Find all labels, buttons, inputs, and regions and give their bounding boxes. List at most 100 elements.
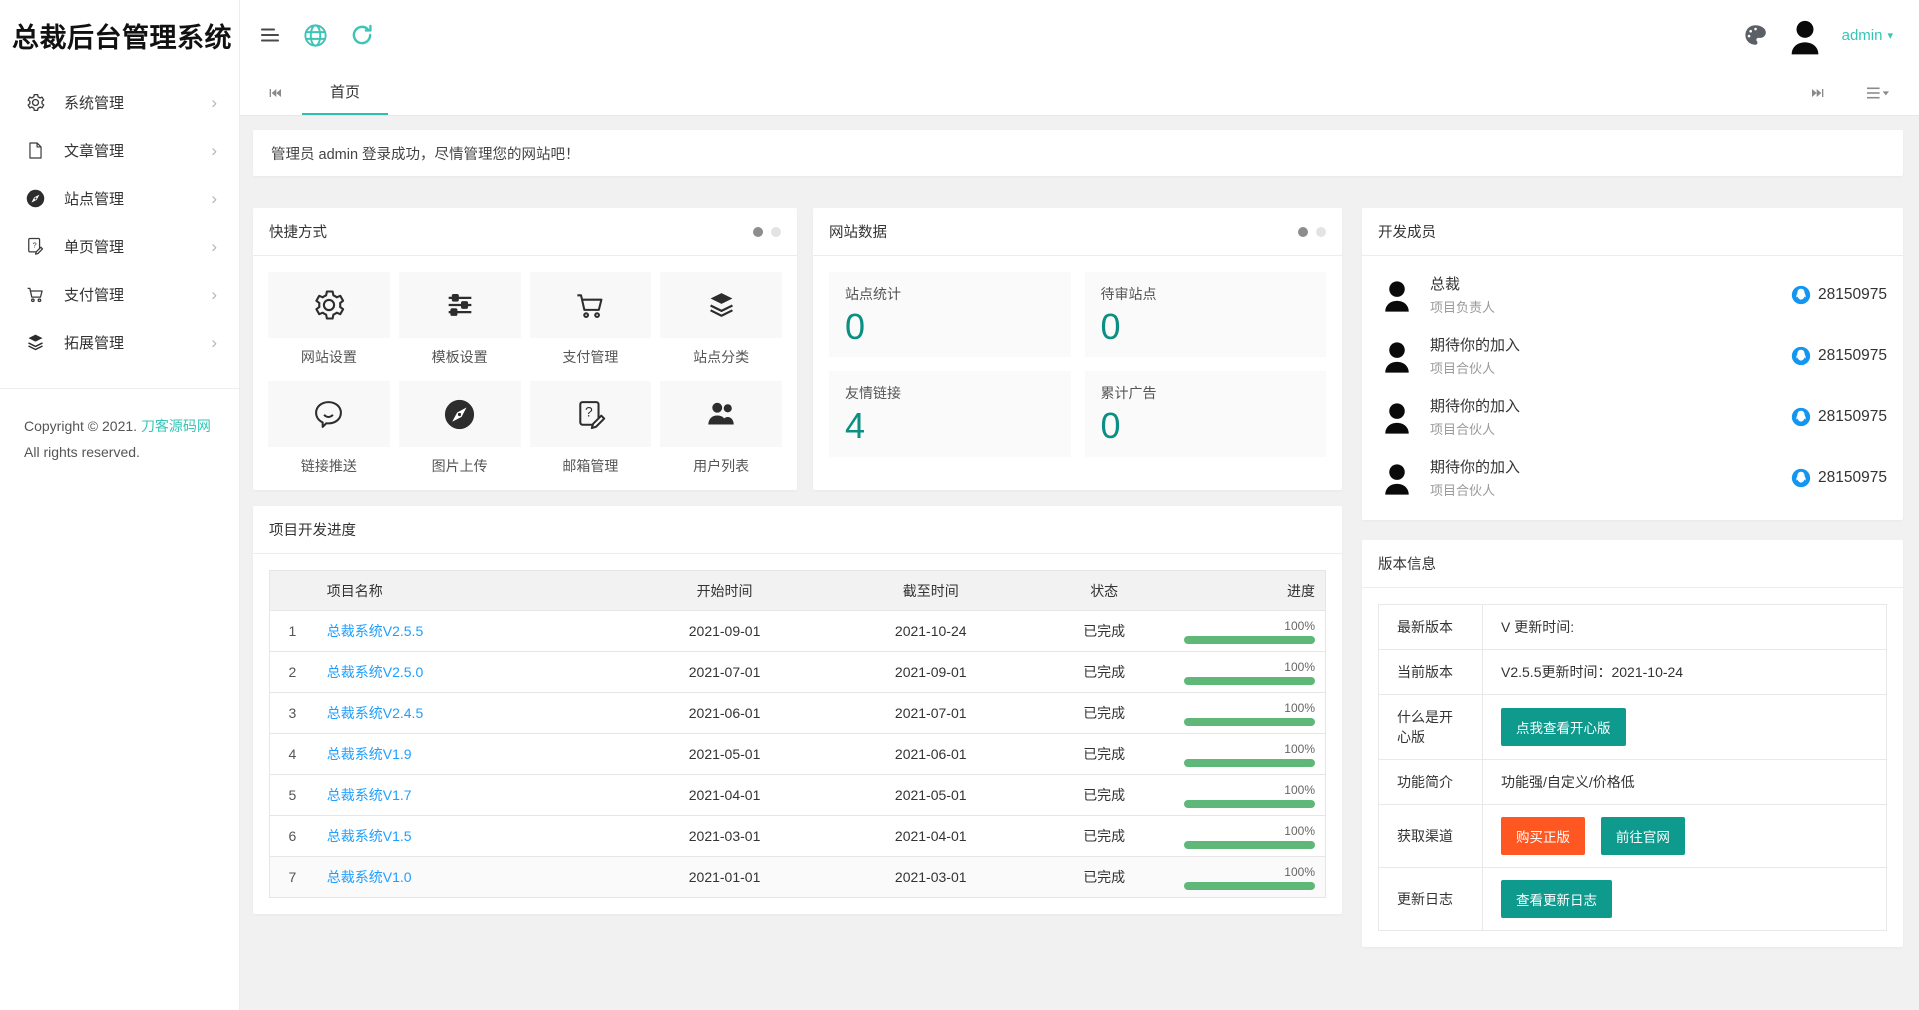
project-link[interactable]: 总裁系统V1.5 [327, 828, 412, 844]
current-version-value: V2.5.5更新时间：2021-10-24 [1483, 650, 1887, 695]
welcome-text: 管理员 admin 登录成功，尽情管理您的网站吧！ [271, 143, 580, 164]
row-index: 1 [270, 611, 315, 652]
shortcut-site-category[interactable]: 站点分类 [660, 272, 782, 367]
shortcuts-title: 快捷方式 [269, 221, 327, 242]
user-avatar[interactable] [1784, 14, 1826, 56]
carousel-dots [753, 227, 781, 237]
member-avatar [1378, 459, 1416, 497]
layers-icon [704, 288, 739, 323]
comment-smile-icon [311, 397, 346, 432]
shortcut-label: 支付管理 [530, 347, 652, 367]
end-date: 2021-04-01 [828, 816, 1034, 857]
member-qq[interactable]: 28150975 [1791, 468, 1887, 488]
chevron-right-icon: › [211, 94, 217, 111]
member-qq[interactable]: 28150975 [1791, 346, 1887, 366]
shortcut-mailbox[interactable]: ? 邮箱管理 [530, 381, 652, 476]
shortcut-template-settings[interactable]: 模板设置 [399, 272, 521, 367]
stat-label: 累计广告 [1101, 383, 1311, 403]
shortcut-user-list[interactable]: 用户列表 [660, 381, 782, 476]
project-link[interactable]: 总裁系统V2.4.5 [327, 705, 423, 721]
version-info-panel: 版本信息 最新版本 V 更新时间: 当前版本 V2.5.5更新时间：20 [1362, 540, 1903, 947]
user-menu[interactable]: admin ▾ [1842, 27, 1893, 44]
row-index: 3 [270, 693, 315, 734]
project-link[interactable]: 总裁系统V2.5.0 [327, 664, 423, 680]
menu-collapse-icon[interactable] [258, 23, 282, 47]
theme-palette-icon[interactable] [1742, 22, 1768, 48]
stat-card-sites: 站点统计 0 [829, 272, 1071, 357]
qq-number: 28150975 [1818, 347, 1887, 365]
official-site-button[interactable]: 前往官网 [1601, 817, 1685, 855]
svg-text:?: ? [33, 240, 37, 249]
chevron-right-icon: › [211, 238, 217, 255]
row-index: 2 [270, 652, 315, 693]
sidebar-item-sites[interactable]: 站点管理 › [0, 174, 239, 222]
tab-bar: 首页 [240, 70, 1919, 116]
end-date: 2021-10-24 [828, 611, 1034, 652]
sidebar-item-system[interactable]: 系统管理 › [0, 78, 239, 126]
view-changelog-button[interactable]: 查看更新日志 [1501, 880, 1612, 918]
member-avatar [1378, 337, 1416, 375]
carousel-dots [1298, 227, 1326, 237]
version-row: 当前版本 V2.5.5更新时间：2021-10-24 [1379, 650, 1887, 695]
version-row-label: 什么是开心版 [1379, 695, 1483, 760]
table-row: 5 总裁系统V1.7 2021-04-01 2021-05-01 已完成 100… [270, 775, 1326, 816]
copyright-link[interactable]: 刀客源码网 [141, 418, 211, 434]
member-row: 期待你的加入 项目合伙人 28150975 [1378, 386, 1887, 447]
sidebar: 总裁后台管理系统 系统管理 › 文章管理 › 站点管理 [0, 0, 240, 1010]
carousel-dot-active[interactable] [1298, 227, 1308, 237]
qq-number: 28150975 [1818, 469, 1887, 487]
end-date: 2021-05-01 [828, 775, 1034, 816]
tab-home[interactable]: 首页 [302, 70, 388, 115]
sidebar-item-extensions[interactable]: 拓展管理 › [0, 318, 239, 366]
row-index: 5 [270, 775, 315, 816]
version-row: 什么是开心版 点我查看开心版 [1379, 695, 1887, 760]
shortcut-label: 网站设置 [268, 347, 390, 367]
stat-value: 0 [845, 306, 1055, 347]
view-happy-version-button[interactable]: 点我查看开心版 [1501, 708, 1626, 746]
start-date: 2021-01-01 [621, 857, 827, 898]
project-link[interactable]: 总裁系统V1.9 [327, 746, 412, 762]
buy-genuine-button[interactable]: 购买正版 [1501, 817, 1585, 855]
shortcut-site-settings[interactable]: 网站设置 [268, 272, 390, 367]
chevron-right-icon: › [211, 286, 217, 303]
shortcut-link-push[interactable]: 链接推送 [268, 381, 390, 476]
project-link[interactable]: 总裁系统V2.5.5 [327, 623, 423, 639]
copyright-text: Copyright © 2021. [24, 418, 137, 434]
sidebar-item-label: 拓展管理 [64, 332, 211, 353]
progress-percent: 100% [1175, 824, 1315, 838]
member-qq[interactable]: 28150975 [1791, 285, 1887, 305]
start-date: 2021-09-01 [621, 611, 827, 652]
gear-icon [24, 91, 46, 113]
member-qq[interactable]: 28150975 [1791, 407, 1887, 427]
sidebar-item-pages[interactable]: ? 单页管理 › [0, 222, 239, 270]
sidebar-item-label: 站点管理 [64, 188, 211, 209]
chevron-right-icon: › [211, 190, 217, 207]
stat-card-ads: 累计广告 0 [1085, 371, 1327, 456]
tab-scroll-left-icon[interactable] [258, 70, 292, 115]
table-row: 1 总裁系统V2.5.5 2021-09-01 2021-10-24 已完成 1… [270, 611, 1326, 652]
tab-scroll-right-icon[interactable] [1801, 85, 1835, 101]
start-date: 2021-03-01 [621, 816, 827, 857]
carousel-dot[interactable] [1316, 227, 1326, 237]
sidebar-item-articles[interactable]: 文章管理 › [0, 126, 239, 174]
shortcut-image-upload[interactable]: 图片上传 [399, 381, 521, 476]
sidebar-item-label: 系统管理 [64, 92, 211, 113]
member-role: 项目合伙人 [1430, 358, 1791, 377]
sidebar-item-payment[interactable]: 支付管理 › [0, 270, 239, 318]
status-badge: 已完成 [1034, 734, 1175, 775]
end-date: 2021-06-01 [828, 734, 1034, 775]
main-area: admin ▾ 首页 [240, 0, 1919, 1010]
progress-percent: 100% [1175, 742, 1315, 756]
col-header-name: 项目名称 [315, 571, 622, 611]
shortcut-payment[interactable]: 支付管理 [530, 272, 652, 367]
refresh-icon[interactable] [349, 22, 375, 48]
sidebar-item-label: 支付管理 [64, 284, 211, 305]
tab-menu-icon[interactable] [1861, 85, 1895, 101]
carousel-dot[interactable] [771, 227, 781, 237]
start-date: 2021-04-01 [621, 775, 827, 816]
project-link[interactable]: 总裁系统V1.0 [327, 869, 412, 885]
globe-icon[interactable] [302, 22, 329, 49]
progress-bar [1184, 800, 1315, 808]
carousel-dot-active[interactable] [753, 227, 763, 237]
project-link[interactable]: 总裁系统V1.7 [327, 787, 412, 803]
